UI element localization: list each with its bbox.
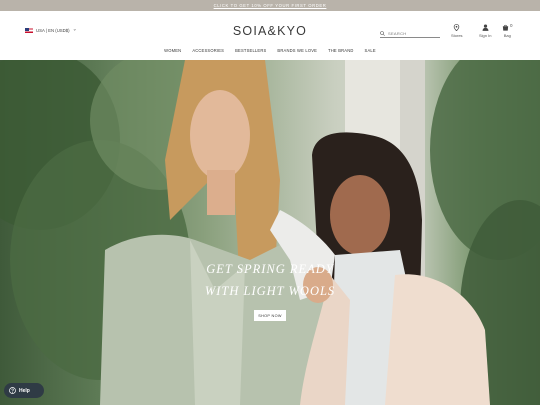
stores-link[interactable]: Stores [451, 24, 463, 38]
nav-item-the-brand[interactable]: THE BRAND [328, 48, 353, 53]
nav-item-brands-we-love[interactable]: BRANDS WE LOVE [277, 48, 317, 53]
promo-link[interactable]: CLICK TO GET 10% OFF YOUR FIRST ORDER [214, 3, 327, 8]
signin-link[interactable]: Sign In [479, 24, 491, 38]
search-icon [380, 31, 385, 36]
promo-bar[interactable]: CLICK TO GET 10% OFF YOUR FIRST ORDER [0, 0, 540, 11]
hero-headline: GET SPRING READY WITH LIGHT WOOLS [170, 258, 370, 302]
site-header: USA | EN (USD$) ⌄ SOIA&KYO Stores Sign I… [0, 11, 540, 60]
hero-headline-line2: WITH LIGHT WOOLS [204, 284, 336, 298]
shopping-bag-icon [502, 24, 509, 31]
signin-label: Sign In [479, 33, 492, 38]
help-circle-icon [9, 387, 16, 394]
search-box[interactable] [380, 30, 440, 38]
stores-label: Stores [451, 33, 463, 38]
hero-image [0, 60, 540, 405]
hero-banner[interactable]: GET SPRING READY WITH LIGHT WOOLS SHOP N… [0, 60, 540, 405]
shop-now-button[interactable]: SHOP NOW [254, 310, 286, 321]
bag-label: Bag [503, 33, 511, 38]
hero-headline-line1: GET SPRING READY [206, 262, 334, 276]
help-label: Help [19, 387, 30, 394]
user-icon [482, 24, 489, 31]
main-nav: WOMEN ACCESSORIES BESTSELLERS BRANDS WE … [0, 48, 540, 53]
nav-item-sale[interactable]: SALE [365, 48, 376, 53]
location-pin-icon [454, 24, 460, 31]
nav-item-accessories[interactable]: ACCESSORIES [192, 48, 224, 53]
bag-link[interactable]: 0 Bag [502, 23, 513, 38]
bag-count: 0 [510, 23, 513, 28]
help-button[interactable]: Help [4, 383, 44, 398]
search-input[interactable] [388, 31, 438, 36]
nav-item-bestsellers[interactable]: BESTSELLERS [235, 48, 266, 53]
nav-item-women[interactable]: WOMEN [164, 48, 181, 53]
